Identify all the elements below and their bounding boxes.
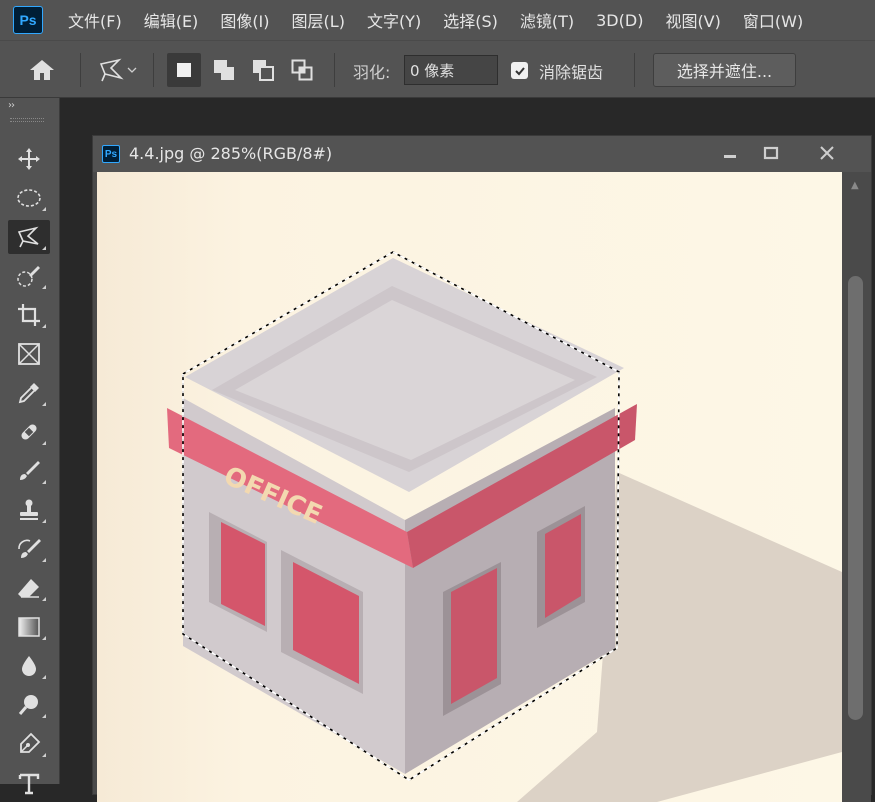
home-icon[interactable] <box>22 55 62 85</box>
blur-tool-icon[interactable] <box>8 649 50 683</box>
menu-view[interactable]: 视图(V) <box>665 8 720 32</box>
add-to-selection-icon <box>214 60 234 80</box>
quick-selection-tool-icon[interactable] <box>8 259 50 293</box>
add-to-selection-button[interactable] <box>207 53 241 87</box>
photoshop-logo-icon: Ps <box>13 6 43 34</box>
menu-type[interactable]: 文字(Y) <box>367 8 421 32</box>
select-and-mask-button[interactable]: 选择并遮住... <box>653 53 796 87</box>
new-selection-button[interactable] <box>167 53 201 87</box>
minimize-button[interactable] <box>711 138 749 168</box>
minimize-icon <box>724 155 736 158</box>
tool-preset-picker[interactable] <box>88 53 146 87</box>
elliptical-marquee-tool-icon[interactable] <box>8 181 50 215</box>
subtract-from-selection-button[interactable] <box>246 53 280 87</box>
scrollbar-thumb[interactable] <box>848 276 863 720</box>
menu-file[interactable]: 文件(F) <box>68 8 122 32</box>
document-titlebar[interactable]: Ps 4.4.jpg @ 285%(RGB/8#) <box>93 136 871 172</box>
menu-bar: Ps 文件(F) 编辑(E) 图像(I) 图层(L) 文字(Y) 选择(S) 滤… <box>0 0 875 40</box>
menu-image[interactable]: 图像(I) <box>220 8 269 32</box>
antialias-checkbox[interactable] <box>511 62 528 79</box>
gradient-tool-icon[interactable] <box>8 610 50 644</box>
intersect-selection-button[interactable] <box>285 53 319 87</box>
divider <box>334 53 335 87</box>
tools-panel: ›› <box>0 98 60 795</box>
document-title: 4.4.jpg @ 285%(RGB/8#) <box>129 144 333 163</box>
brush-tool-icon[interactable] <box>8 454 50 488</box>
scroll-up-icon[interactable]: ▲ <box>851 180 859 191</box>
polygonal-lasso-icon <box>99 58 124 82</box>
collapse-panel-icon[interactable]: ›› <box>8 100 15 111</box>
close-button[interactable] <box>808 138 846 168</box>
feather-label: 羽化: <box>353 63 391 82</box>
frame-tool-icon[interactable] <box>8 337 50 371</box>
new-selection-icon <box>177 63 191 77</box>
vertical-scrollbar[interactable]: ▲ <box>842 172 871 802</box>
dodge-tool-icon[interactable] <box>8 688 50 722</box>
menu-filter[interactable]: 滤镜(T) <box>520 8 574 32</box>
checkmark-icon <box>514 66 525 75</box>
menu-window[interactable]: 窗口(W) <box>743 8 803 32</box>
menu-edit[interactable]: 编辑(E) <box>144 8 199 32</box>
menu-3d[interactable]: 3D(D) <box>596 11 643 30</box>
intersect-selection-icon <box>291 59 313 81</box>
close-icon <box>820 146 834 160</box>
clone-stamp-tool-icon[interactable] <box>8 493 50 527</box>
image-canvas[interactable]: OFFICE <box>97 172 842 802</box>
history-brush-tool-icon[interactable] <box>8 532 50 566</box>
office-building-artwork: OFFICE <box>97 172 842 802</box>
options-bar: 羽化: 消除锯齿 选择并遮住... <box>0 40 875 98</box>
polygonal-lasso-tool-icon[interactable] <box>8 220 50 254</box>
maximize-button[interactable] <box>752 138 790 168</box>
document-ps-icon: Ps <box>102 145 120 163</box>
eraser-tool-icon[interactable] <box>8 571 50 605</box>
document-window: Ps 4.4.jpg @ 285%(RGB/8#) OFFICE ▲ <box>92 135 872 802</box>
crop-tool-icon[interactable] <box>8 298 50 332</box>
menu-select[interactable]: 选择(S) <box>443 8 498 32</box>
divider <box>634 53 635 87</box>
panel-grip[interactable] <box>10 118 44 122</box>
antialias-label: 消除锯齿 <box>539 63 604 82</box>
menu-layer[interactable]: 图层(L) <box>292 8 345 32</box>
maximize-icon <box>763 146 779 160</box>
subtract-selection-icon <box>253 60 274 81</box>
feather-input[interactable] <box>404 55 498 85</box>
pen-tool-icon[interactable] <box>8 727 50 761</box>
healing-brush-tool-icon[interactable] <box>8 415 50 449</box>
type-tool-icon[interactable] <box>8 766 50 800</box>
chevron-down-icon <box>127 67 137 73</box>
divider <box>153 53 154 87</box>
divider <box>80 53 81 87</box>
move-tool-icon[interactable] <box>8 142 50 176</box>
eyedropper-tool-icon[interactable] <box>8 376 50 410</box>
